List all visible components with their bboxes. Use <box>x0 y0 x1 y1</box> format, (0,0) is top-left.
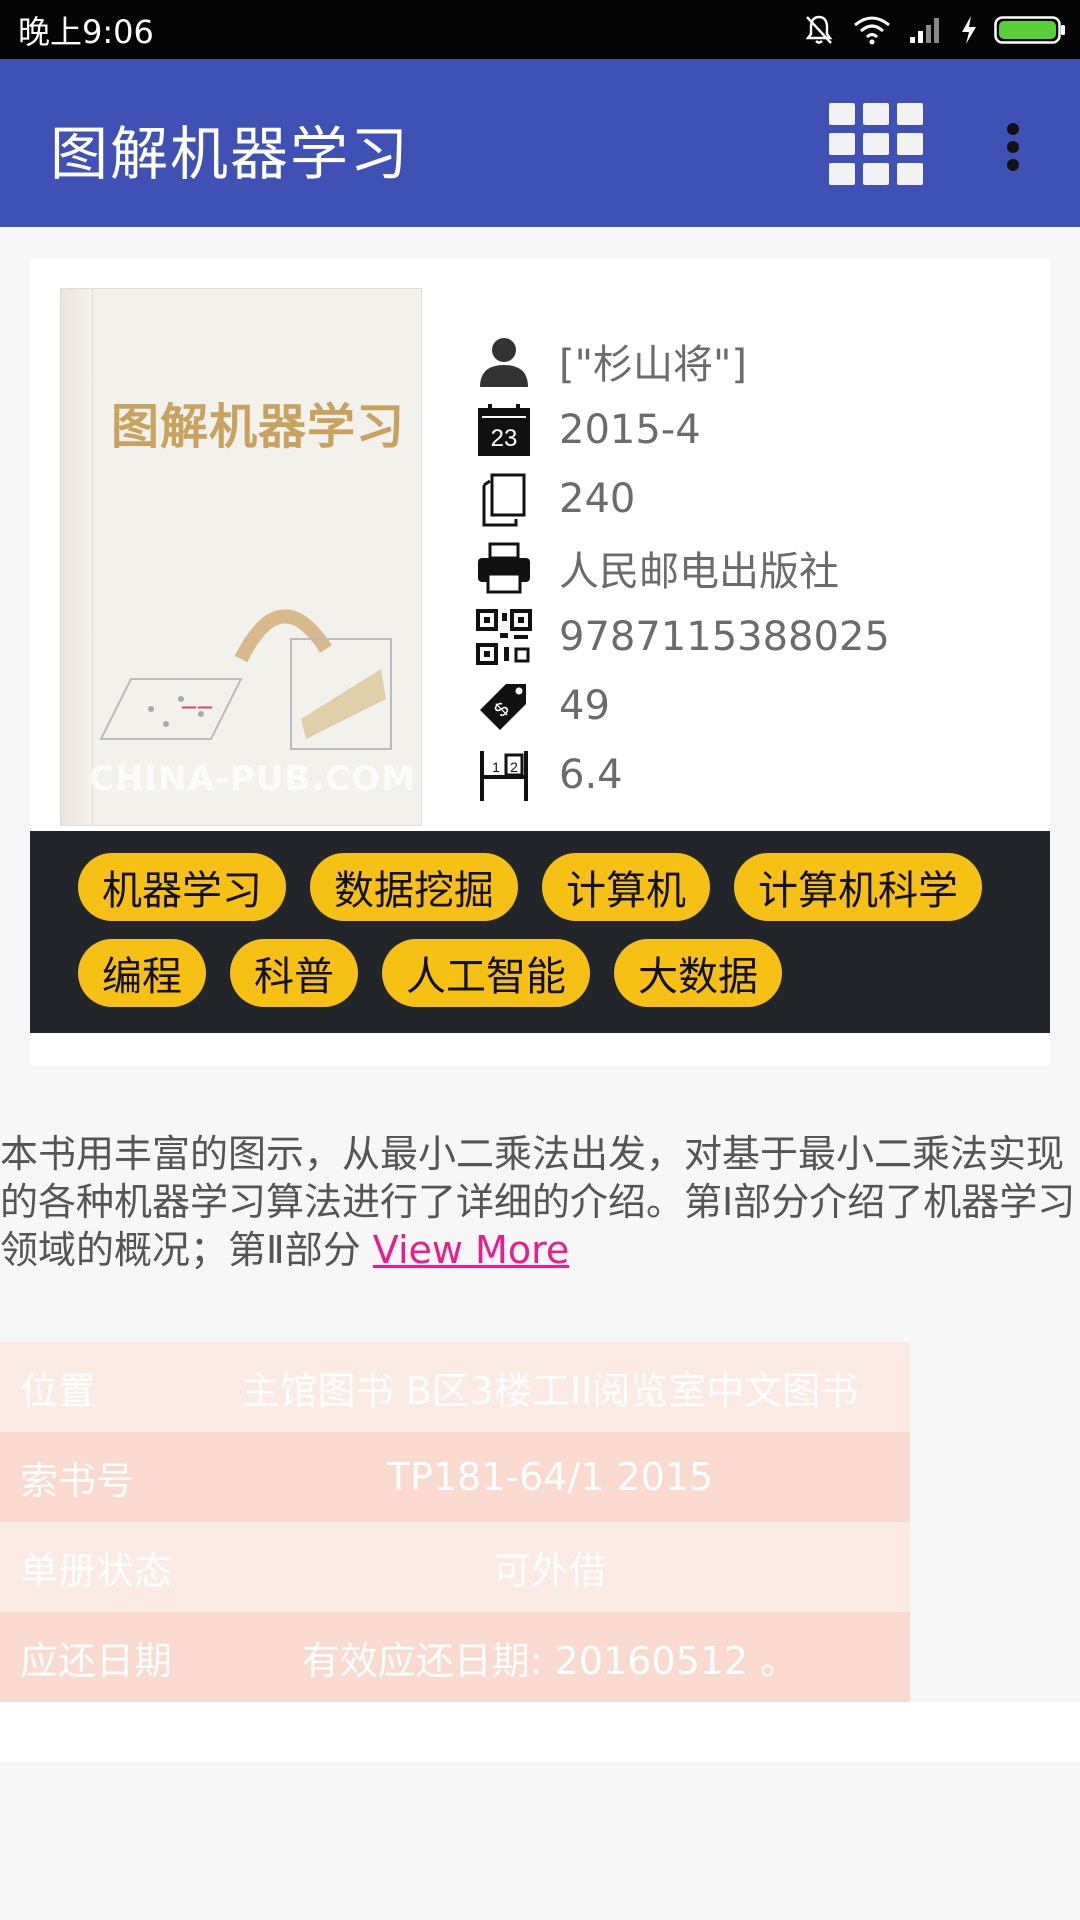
tag-chip[interactable]: 机器学习 <box>78 853 286 921</box>
holdings-table: 位置 主馆图书 B区3楼工II阅览室中文图书 索书号 TP181-64/1 20… <box>0 1342 910 1702</box>
status-bar: 晚上9:06 <box>0 0 1080 59</box>
svg-text:23: 23 <box>491 425 518 452</box>
pages-icon <box>475 470 533 528</box>
tag-row-2: 编程 科普 人工智能 大数据 <box>78 939 1050 1007</box>
price-tag-icon: $ <box>475 677 533 735</box>
holding-value: TP181-64/1 2015 <box>386 1455 714 1499</box>
more-options-button[interactable] <box>995 115 1031 179</box>
printer-icon <box>475 539 533 597</box>
calendar-icon: 23 <box>475 401 533 459</box>
charging-icon <box>962 15 976 44</box>
cover-title: 图解机器学习 <box>111 399 406 455</box>
isbn: 9787115388025 <box>559 613 890 660</box>
bottom-spacer <box>0 1702 1080 1762</box>
app-bar: 图解机器学习 <box>0 59 1080 227</box>
publisher: 人民邮电出版社 <box>559 548 839 595</box>
author-row: ["杉山将"] <box>475 326 1035 395</box>
page-count: 240 <box>559 475 636 522</box>
svg-text:2: 2 <box>510 759 518 775</box>
tag-chip[interactable]: 计算机 <box>542 853 710 921</box>
price-row: $ 49 <box>475 671 1035 740</box>
bell-muted-icon <box>805 15 833 44</box>
tag-chip[interactable]: 人工智能 <box>382 939 590 1007</box>
table-row: 索书号 TP181-64/1 2015 <box>0 1432 910 1522</box>
book-description: 本书用丰富的图示，从最小二乘法出发，对基于最小二乘法实现的各种机器学习算法进行了… <box>0 1130 1080 1274</box>
wifi-icon <box>854 16 890 44</box>
isbn-row: 9787115388025 <box>475 602 1035 671</box>
view-more-link[interactable]: View More <box>373 1228 569 1272</box>
tag-chip[interactable]: 科普 <box>230 939 358 1007</box>
publisher-row: 人民邮电出版社 <box>475 533 1035 602</box>
podium-icon: 2 1 <box>475 746 533 804</box>
holding-label: 应还日期 <box>20 1638 173 1683</box>
price: 49 <box>559 682 610 729</box>
tag-chip[interactable]: 计算机科学 <box>734 853 982 921</box>
author: ["杉山将"] <box>559 341 748 388</box>
qr-code-icon <box>475 608 533 666</box>
holding-value: 可外借 <box>492 1548 607 1593</box>
holding-value: 主馆图书 B区3楼工II阅览室中文图书 <box>241 1368 859 1413</box>
status-time: 晚上9:06 <box>18 12 154 51</box>
date-row: 23 2015-4 <box>475 395 1035 464</box>
rating-row: 2 1 6.4 <box>475 740 1035 809</box>
holding-label: 单册状态 <box>20 1548 173 1593</box>
holding-value: 有效应还日期: 20160512 。 <box>301 1638 799 1683</box>
grid-view-icon <box>829 103 855 125</box>
cover-watermark: CHINA-PUB.COM <box>89 759 416 799</box>
publish-date: 2015-4 <box>559 406 701 453</box>
tag-chip[interactable]: 数据挖掘 <box>310 853 518 921</box>
status-icons <box>802 13 1066 47</box>
grid-view-button[interactable] <box>829 103 923 189</box>
book-cover[interactable]: 图解机器学习 —— CHINA-PUB.COM <box>60 288 422 826</box>
battery-icon <box>994 15 1065 44</box>
table-row: 应还日期 有效应还日期: 20160512 。 <box>0 1612 910 1702</box>
book-card: 图解机器学习 —— CHINA-PUB.COM ["杉山将"] 23 2015-… <box>30 258 1050 1066</box>
book-info: ["杉山将"] 23 2015-4 240 人民邮电出版社 9787115388… <box>475 326 1035 809</box>
person-icon <box>475 332 533 390</box>
page-title: 图解机器学习 <box>50 120 411 188</box>
svg-text:1: 1 <box>492 759 500 775</box>
tag-chip[interactable]: 大数据 <box>614 939 782 1007</box>
rating: 6.4 <box>559 751 623 798</box>
table-row: 单册状态 可外借 <box>0 1522 910 1612</box>
tag-chip[interactable]: 编程 <box>78 939 206 1007</box>
signal-icon <box>910 17 939 43</box>
holding-label: 位置 <box>20 1368 97 1413</box>
tag-row-1: 机器学习 数据挖掘 计算机 计算机科学 <box>78 853 1050 921</box>
holding-label: 索书号 <box>20 1458 135 1503</box>
pages-row: 240 <box>475 464 1035 533</box>
more-vert-icon <box>1007 123 1019 135</box>
table-row: 位置 主馆图书 B区3楼工II阅览室中文图书 <box>0 1342 910 1432</box>
tags-panel: 机器学习 数据挖掘 计算机 计算机科学 编程 科普 人工智能 大数据 <box>30 831 1050 1033</box>
